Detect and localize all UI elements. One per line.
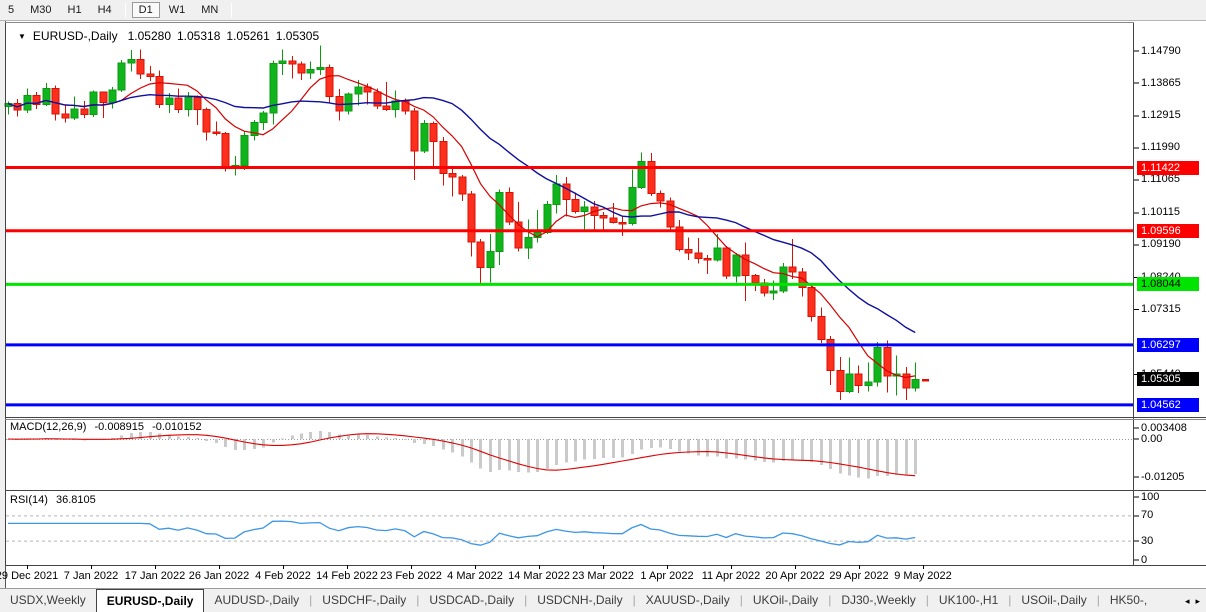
rsi-tick-label: 70 bbox=[1141, 509, 1201, 522]
price-tick-label: 1.10115 bbox=[1141, 206, 1201, 219]
price-tick-label: 1.11990 bbox=[1141, 141, 1201, 154]
date-tick-label: 23 Feb 2022 bbox=[380, 570, 442, 582]
mt4-window: 5M30H1H4D1W1MN ▼ EURUSD-,Daily 1.05280 1… bbox=[0, 0, 1206, 612]
price-level-badge: 1.11422 bbox=[1137, 161, 1199, 175]
chart-tab-ukoil-daily[interactable]: UKOil-,Daily bbox=[743, 589, 828, 612]
chart-tab-uk100-h1[interactable]: UK100-,H1 bbox=[929, 589, 1008, 612]
chart-tab-usoil-daily[interactable]: USOil-,Daily bbox=[1011, 589, 1096, 612]
chart-tab-usdx-weekly[interactable]: USDX,Weekly bbox=[0, 589, 96, 612]
rsi-tick-label: 100 bbox=[1141, 491, 1201, 504]
date-tick-label: 4 Mar 2022 bbox=[447, 570, 503, 582]
macd-name: MACD(12,26,9) bbox=[10, 421, 86, 433]
chart-title: ▼ EURUSD-,Daily 1.05280 1.05318 1.05261 … bbox=[18, 29, 325, 43]
date-tick-label: 26 Jan 2022 bbox=[189, 570, 250, 582]
price-tick-label: 1.09190 bbox=[1141, 238, 1201, 251]
date-tick-label: 29 Apr 2022 bbox=[829, 570, 888, 582]
date-tick-label: 9 May 2022 bbox=[894, 570, 951, 582]
date-tick-label: 20 Apr 2022 bbox=[765, 570, 824, 582]
low-value: 1.05261 bbox=[226, 29, 269, 43]
chart-tab-eurusd-daily[interactable]: EURUSD-,Daily bbox=[96, 589, 205, 612]
chart-tab-audusd-daily[interactable]: AUDUSD-,Daily bbox=[204, 589, 309, 612]
price-tick-label: 1.14790 bbox=[1141, 45, 1201, 58]
close-value: 1.05305 bbox=[276, 29, 319, 43]
symbol-label: EURUSD-,Daily bbox=[33, 29, 118, 43]
macd-value: -0.008915 bbox=[94, 421, 144, 433]
date-tick-label: 17 Jan 2022 bbox=[125, 570, 186, 582]
price-level-badge: 1.04562 bbox=[1137, 398, 1199, 412]
high-value: 1.05318 bbox=[177, 29, 220, 43]
price-tick-label: 1.12915 bbox=[1141, 109, 1201, 122]
chart-canvas[interactable] bbox=[0, 0, 1206, 612]
date-tick-label: 29 Dec 2021 bbox=[0, 570, 58, 582]
price-level-badge: 1.06297 bbox=[1137, 338, 1199, 352]
date-tick-label: 23 Mar 2022 bbox=[572, 570, 634, 582]
tab-scroll-left-icon[interactable]: ◂ bbox=[1185, 596, 1190, 607]
macd-indicator-label: MACD(12,26,9) -0.008915 -0.010152 bbox=[10, 421, 207, 433]
chart-tab-dj30-weekly[interactable]: DJ30-,Weekly bbox=[831, 589, 925, 612]
chart-tab-hk50-[interactable]: HK50-, bbox=[1100, 589, 1157, 612]
chevron-down-icon[interactable]: ▼ bbox=[18, 32, 26, 41]
tab-scroll-right-icon[interactable]: ▸ bbox=[1195, 596, 1200, 607]
macd-tick-label: -0.01205 bbox=[1141, 471, 1201, 484]
date-tick-label: 14 Feb 2022 bbox=[316, 570, 378, 582]
chart-tab-usdcad-daily[interactable]: USDCAD-,Daily bbox=[419, 589, 524, 612]
open-value: 1.05280 bbox=[128, 29, 171, 43]
date-tick-label: 14 Mar 2022 bbox=[508, 570, 570, 582]
macd-tick-label: 0.00 bbox=[1141, 433, 1201, 446]
date-tick-label: 4 Feb 2022 bbox=[255, 570, 311, 582]
rsi-indicator-label: RSI(14) 36.8105 bbox=[10, 494, 101, 506]
date-tick-label: 7 Jan 2022 bbox=[64, 570, 118, 582]
rsi-value: 36.8105 bbox=[56, 494, 96, 506]
macd-signal-value: -0.010152 bbox=[152, 421, 202, 433]
price-level-badge: 1.09596 bbox=[1137, 224, 1199, 238]
chart-tab-usdcnh-daily[interactable]: USDCNH-,Daily bbox=[527, 589, 632, 612]
tab-scroll-arrows: ◂▸ bbox=[1181, 589, 1204, 612]
price-level-badge: 1.05305 bbox=[1137, 372, 1199, 386]
price-level-badge: 1.08044 bbox=[1137, 277, 1199, 291]
chart-tab-bar: USDX,WeeklyEURUSD-,DailyAUDUSD-,Daily|US… bbox=[0, 588, 1206, 612]
chart-tab-usdchf-daily[interactable]: USDCHF-,Daily bbox=[312, 589, 416, 612]
price-tick-label: 1.13865 bbox=[1141, 77, 1201, 90]
rsi-name: RSI(14) bbox=[10, 494, 48, 506]
date-tick-label: 1 Apr 2022 bbox=[640, 570, 693, 582]
rsi-tick-label: 30 bbox=[1141, 535, 1201, 548]
price-tick-label: 1.11065 bbox=[1141, 173, 1201, 186]
date-tick-label: 11 Apr 2022 bbox=[702, 570, 761, 582]
price-tick-label: 1.07315 bbox=[1141, 303, 1201, 316]
rsi-tick-label: 0 bbox=[1141, 554, 1201, 567]
chart-tab-xauusd-daily[interactable]: XAUUSD-,Daily bbox=[636, 589, 740, 612]
